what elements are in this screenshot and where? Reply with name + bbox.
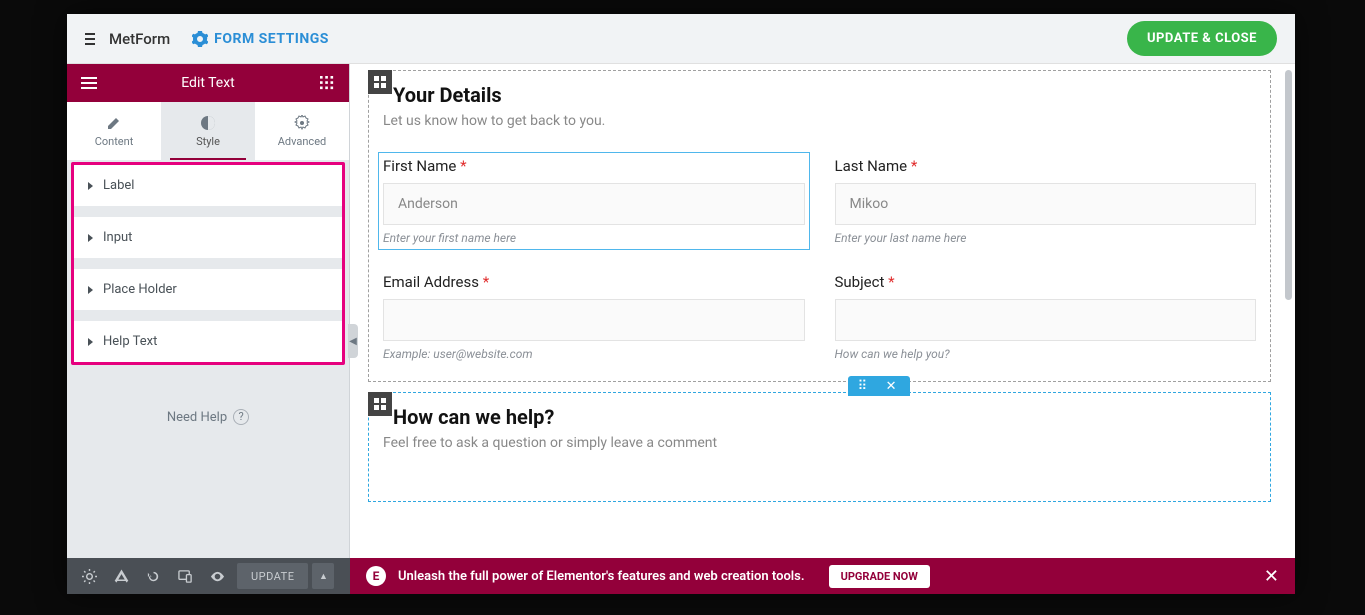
subject-input[interactable] bbox=[835, 299, 1257, 341]
toolbar-add-icon[interactable]: ⠿ bbox=[858, 379, 872, 393]
style-accordion-highlight: Label Input Place Holder Help Text bbox=[71, 162, 345, 365]
form-settings-label: FORM SETTINGS bbox=[214, 31, 329, 47]
last-name-help: Enter your last name here bbox=[835, 231, 1257, 245]
metform-brand: MetForm bbox=[85, 30, 170, 48]
top-bar: MetForm FORM SETTINGS UPDATE & CLOSE bbox=[67, 14, 1295, 64]
section-hover-toolbar[interactable]: ⠿ ✕ bbox=[848, 376, 910, 396]
canvas: Your Details Let us know how to get back… bbox=[350, 64, 1295, 594]
accordion-input-text: Input bbox=[103, 230, 132, 245]
menu-icon[interactable] bbox=[79, 73, 99, 93]
toolbar-close-icon[interactable]: ✕ bbox=[886, 379, 900, 393]
style-icon bbox=[200, 115, 216, 131]
need-help-link[interactable]: Need Help ? bbox=[67, 409, 349, 425]
bottom-bar: UPDATE ▲ E Unleash the full power of Ele… bbox=[67, 558, 1295, 594]
last-name-label: Last Name * bbox=[835, 157, 1257, 175]
bottom-bar-promo: E Unleash the full power of Elementor's … bbox=[350, 558, 1295, 594]
update-close-button[interactable]: UPDATE & CLOSE bbox=[1127, 21, 1277, 56]
section1-title: Your Details bbox=[393, 83, 1256, 107]
field-subject[interactable]: Subject * How can we help you? bbox=[835, 273, 1257, 361]
field-last-name[interactable]: Last Name * Enter your last name here bbox=[835, 157, 1257, 245]
form-settings-link[interactable]: FORM SETTINGS bbox=[192, 31, 329, 47]
promo-text: Unleash the full power of Elementor's fe… bbox=[398, 569, 805, 584]
upgrade-now-button[interactable]: UPGRADE NOW bbox=[829, 565, 930, 588]
elementor-badge-icon: E bbox=[366, 566, 386, 586]
section-drag-handle[interactable] bbox=[368, 392, 392, 416]
sidebar-header: Edit Text bbox=[67, 64, 349, 102]
email-label: Email Address * bbox=[383, 273, 805, 291]
settings-icon[interactable] bbox=[75, 563, 103, 589]
update-dropdown[interactable]: ▲ bbox=[312, 563, 334, 589]
responsive-icon[interactable] bbox=[171, 563, 199, 589]
question-icon: ? bbox=[233, 409, 249, 425]
tab-content[interactable]: Content bbox=[67, 102, 161, 160]
accordion-placeholder-text: Place Holder bbox=[103, 282, 177, 297]
caret-right-icon bbox=[88, 234, 93, 242]
accordion-helptext[interactable]: Help Text bbox=[74, 321, 342, 362]
metform-brand-label: MetForm bbox=[109, 30, 170, 48]
caret-right-icon bbox=[88, 286, 93, 294]
tab-advanced[interactable]: Advanced bbox=[255, 102, 349, 160]
subject-label: Subject * bbox=[835, 273, 1257, 291]
tab-advanced-label: Advanced bbox=[278, 135, 326, 148]
section2-subtitle: Feel free to ask a question or simply le… bbox=[383, 435, 1256, 451]
metform-icon bbox=[85, 31, 101, 47]
close-promo-icon[interactable]: ✕ bbox=[1264, 566, 1279, 587]
preview-icon[interactable] bbox=[203, 563, 231, 589]
editor-sidebar: Edit Text Content Style Advanced bbox=[67, 64, 350, 594]
accordion-label[interactable]: Label bbox=[74, 165, 342, 206]
section-how-can-we-help[interactable]: ⠿ ✕ How can we help? Feel free to ask a … bbox=[368, 392, 1271, 502]
accordion-label-text: Label bbox=[103, 178, 134, 193]
pencil-icon bbox=[106, 115, 122, 131]
need-help-label: Need Help bbox=[167, 410, 227, 425]
sidebar-title: Edit Text bbox=[99, 75, 317, 91]
first-name-help: Enter your first name here bbox=[383, 231, 805, 245]
caret-right-icon bbox=[88, 182, 93, 190]
subject-help: How can we help you? bbox=[835, 347, 1257, 361]
last-name-input[interactable] bbox=[835, 183, 1257, 225]
email-help: Example: user@website.com bbox=[383, 347, 805, 361]
gear-icon bbox=[294, 115, 310, 131]
field-first-name[interactable]: First Name * Enter your first name here bbox=[378, 152, 810, 250]
section-your-details[interactable]: Your Details Let us know how to get back… bbox=[368, 70, 1271, 382]
accordion-helptext-text: Help Text bbox=[103, 334, 157, 349]
tab-style[interactable]: Style bbox=[161, 102, 255, 160]
tab-style-label: Style bbox=[196, 135, 220, 148]
accordion-placeholder[interactable]: Place Holder bbox=[74, 269, 342, 310]
widgets-grid-icon[interactable] bbox=[317, 73, 337, 93]
first-name-input[interactable] bbox=[383, 183, 805, 225]
first-name-label: First Name * bbox=[383, 157, 805, 175]
caret-right-icon bbox=[88, 338, 93, 346]
navigator-icon[interactable] bbox=[107, 563, 135, 589]
section2-title: How can we help? bbox=[393, 405, 1256, 429]
sidebar-tabs: Content Style Advanced bbox=[67, 102, 349, 160]
collapse-sidebar-handle[interactable]: ◀ bbox=[348, 324, 358, 358]
accordion-input[interactable]: Input bbox=[74, 217, 342, 258]
section1-subtitle: Let us know how to get back to you. bbox=[383, 113, 1256, 129]
section-drag-handle[interactable] bbox=[368, 70, 392, 94]
gear-icon bbox=[192, 31, 208, 47]
bottom-bar-left: UPDATE ▲ bbox=[67, 558, 350, 594]
update-button[interactable]: UPDATE bbox=[237, 563, 308, 589]
history-icon[interactable] bbox=[139, 563, 167, 589]
field-email[interactable]: Email Address * Example: user@website.co… bbox=[383, 273, 805, 361]
email-input[interactable] bbox=[383, 299, 805, 341]
tab-content-label: Content bbox=[95, 135, 134, 148]
